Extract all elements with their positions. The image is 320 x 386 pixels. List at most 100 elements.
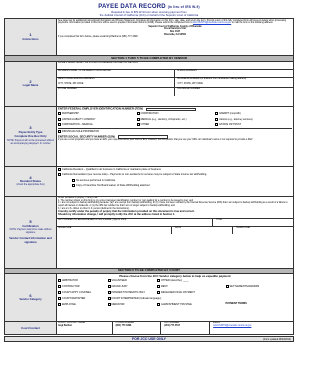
section-2-fields: PAYEE'S LEGAL NAME – AS SHOWN ON FEDERAL…: [56, 60, 294, 107]
checkbox-icon[interactable]: [136, 112, 140, 116]
entity-individual[interactable]: INDIVIDUAL/SOLE PROPRIETOR: [58, 129, 292, 134]
checkbox-icon[interactable]: [58, 296, 62, 300]
resident-option-no-services[interactable]: No services performed in California: [58, 178, 292, 183]
checkbox-icon[interactable]: [157, 290, 160, 294]
category-court-appt-counsel[interactable]: COURT APPT. COUNSEL: [58, 290, 105, 295]
checkbox-icon[interactable]: [157, 284, 160, 288]
category-contractor[interactable]: CONTRACTOR: [58, 284, 105, 289]
ssn-note: If you are a sole proprietor and you hav…: [58, 139, 253, 142]
resident-option-nonresident[interactable]: California Nonresident (see reverse side…: [58, 173, 292, 177]
court-contact-info: COURT CONTACT NAME Angi Barthel PHONE NUM…: [56, 320, 294, 336]
entity-other[interactable]: OTHER: [136, 123, 214, 127]
business-address-field[interactable]: BUSINESS ADDRESS (if different from remi…: [177, 78, 293, 87]
section-6-label: 6 Vendor Category: [3, 272, 58, 322]
category-court-reporter[interactable]: COURT REPORTER: [58, 296, 105, 301]
checkbox-icon[interactable]: [58, 290, 62, 294]
checkbox-icon[interactable]: [157, 278, 160, 282]
vendor-category-instruction: Please choose from the JCC Vendor catego…: [119, 273, 231, 278]
form-subtitle-2: the Judicial Council of California (JCC)…: [99, 13, 199, 17]
certification-text: Under penalties of perjury, I certify th…: [58, 197, 288, 217]
checkbox-icon[interactable]: [58, 284, 62, 288]
category-court-interpreter[interactable]: COURT INTERPRETER (Indicate language):: [107, 296, 292, 301]
checkbox-icon[interactable]: [107, 303, 111, 306]
title-field[interactable]: TITLE: [215, 219, 293, 226]
entity-exempt[interactable]: EXEMPT (nonprofit): [215, 112, 292, 116]
category-rent[interactable]: RENT: [157, 284, 224, 289]
entity-corporation-medical[interactable]: CORPORATION – MEDICAL: [58, 123, 135, 127]
category-grand-jury[interactable]: GRAND JURY: [107, 284, 156, 289]
court-contact-label: Court Contact: [3, 320, 58, 336]
checkbox-icon[interactable]: [58, 173, 62, 177]
category-mediator[interactable]: MEDIATOR: [107, 303, 156, 307]
court-contact-phone: PHONE NUMBER (951) 777-3396: [115, 322, 162, 334]
question-note: If you completed this form before, pleas…: [58, 36, 139, 39]
fein-input[interactable]: [145, 107, 196, 112]
checkbox-icon[interactable]: [136, 117, 140, 121]
checkbox-icon[interactable]: [136, 123, 140, 127]
court-contact-name: COURT CONTACT NAME Angi Barthel: [58, 322, 113, 334]
section-1-label: 1 Instructions: [3, 18, 58, 57]
phone-number-field[interactable]: PHONE NUMBER: [58, 87, 175, 96]
checkbox-icon[interactable]: [107, 284, 111, 288]
section-4-resident: California Resident – Qualified to do bu…: [56, 165, 294, 197]
checkbox-icon[interactable]: [58, 123, 62, 127]
section-5-label: 5 Certification NOTE: Payment cannot be m…: [3, 195, 58, 269]
telephone-field[interactable]: TELEPHONE: [235, 227, 292, 234]
checkbox-icon[interactable]: [215, 112, 219, 116]
vendor-category-options: ARBITRATOR VOLUNTEER OTHER (describe): _…: [58, 278, 292, 307]
resident-option-ftb-waiver[interactable]: Copy of Franchise Tax Board waiver of St…: [58, 184, 292, 188]
resident-option-ca[interactable]: California Resident – Qualified to do bu…: [58, 167, 292, 172]
checkbox-icon[interactable]: [215, 117, 219, 121]
entity-partnership[interactable]: PARTNERSHIP: [58, 112, 135, 116]
category-interest-payments[interactable]: INTEREST PAYMENTS ONLY: [107, 290, 156, 295]
checkbox-icon[interactable]: [107, 278, 111, 282]
form-footer: FOR JCC USE ONLY (Form updated 08/20/201…: [4, 336, 294, 343]
category-volunteer[interactable]: VOLUNTEER: [107, 278, 156, 283]
category-garnishment[interactable]: GARNISHMENT TRUSTEE: [157, 303, 224, 307]
ssn-label: ENTER SOCIAL SECURITY NUMBER (SSN): [58, 135, 292, 139]
entity-llc[interactable]: LIMITED LIABILITY COMPANY: [58, 117, 135, 122]
authorized-name-field[interactable]: AUTHORIZED PAYEE REPRESENTATIVE'S NAME (…: [58, 218, 213, 226]
checkbox-icon[interactable]: [58, 112, 62, 116]
entity-estate-trust[interactable]: ESTATE OR TRUST: [215, 123, 292, 127]
court-contact-email: EMAIL ACCOUNTS@riverside.courts.ca.gov: [213, 322, 252, 328]
court-address: Superior Court of California, County of …: [148, 25, 202, 36]
checkbox-icon[interactable]: [58, 129, 62, 133]
remittance-address-field[interactable]: REMITTANCE MAILING ADDRESS CITY, STATE, Z…: [58, 77, 175, 87]
checkbox-icon[interactable]: [58, 117, 62, 121]
category-other[interactable]: OTHER (describe): ____: [157, 278, 292, 283]
checkbox-icon[interactable]: [58, 278, 62, 282]
payment-terms-label: PAYMENT TERMS: [225, 302, 247, 305]
instructions-email-link[interactable]: ACCOUNTS@riverside.courts.ca.gov: [193, 22, 231, 24]
business-name-field[interactable]: BUSINESS NAME – IF DIFFERENT FROM ABOVE: [58, 69, 175, 77]
checkbox-icon[interactable]: [157, 303, 160, 306]
checkbox-icon[interactable]: [107, 290, 111, 294]
checkbox-icon[interactable]: [225, 284, 229, 288]
email-address-field[interactable]: E-MAIL ADDRESS: [177, 70, 293, 77]
entity-corporation[interactable]: CORPORATION: [136, 112, 214, 116]
checkbox-icon[interactable]: [58, 167, 62, 171]
checkbox-icon[interactable]: [58, 303, 62, 306]
section-3-label: 3 Payee Entity Type Complete One Box Onl…: [3, 105, 58, 167]
legal-name-field[interactable]: PAYEE'S LEGAL NAME – AS SHOWN ON FEDERAL…: [57, 62, 293, 70]
checkbox-icon[interactable]: [72, 184, 76, 188]
fax-number-field[interactable]: FACSIMILE NUMBER: [177, 88, 293, 96]
checkbox-icon[interactable]: [107, 296, 111, 300]
entity-medical[interactable]: MEDICAL (e.g., dentistry, chiropractic, …: [136, 117, 214, 122]
section-4-label: 4 Resident Status (check the appropriate …: [3, 165, 58, 197]
section-3-entity: ENTER FEDERAL EMPLOYER IDENTIFICATION NU…: [56, 105, 294, 167]
entity-legal[interactable]: LEGAL (e.g., attorney services): [215, 117, 292, 122]
category-settlements[interactable]: SETTLEMENTS/AWARDS: [225, 284, 292, 289]
footer-updated: (Form updated 08/20/2014): [263, 338, 291, 341]
category-employee[interactable]: EMPLOYEE: [58, 303, 105, 307]
date-field[interactable]: DATE: [174, 226, 234, 234]
court-contact-email-link[interactable]: ACCOUNTS@riverside.courts.ca.gov: [213, 325, 251, 327]
signature-field[interactable]: SIGNATURE: [58, 226, 173, 234]
category-arbitrator[interactable]: ARBITRATOR: [58, 278, 105, 283]
checkbox-icon[interactable]: [215, 123, 219, 127]
checkbox-icon[interactable]: [72, 178, 76, 182]
footer-jcc-only: FOR JCC USE ONLY: [132, 337, 166, 342]
fein-label: ENTER FEDERAL EMPLOYER IDENTIFICATION NU…: [58, 107, 292, 112]
category-deceased-final[interactable]: DECEASED FINAL PAYMENT: [157, 290, 292, 295]
section-1-instructions: See page two for additional Instructiona…: [56, 18, 294, 57]
